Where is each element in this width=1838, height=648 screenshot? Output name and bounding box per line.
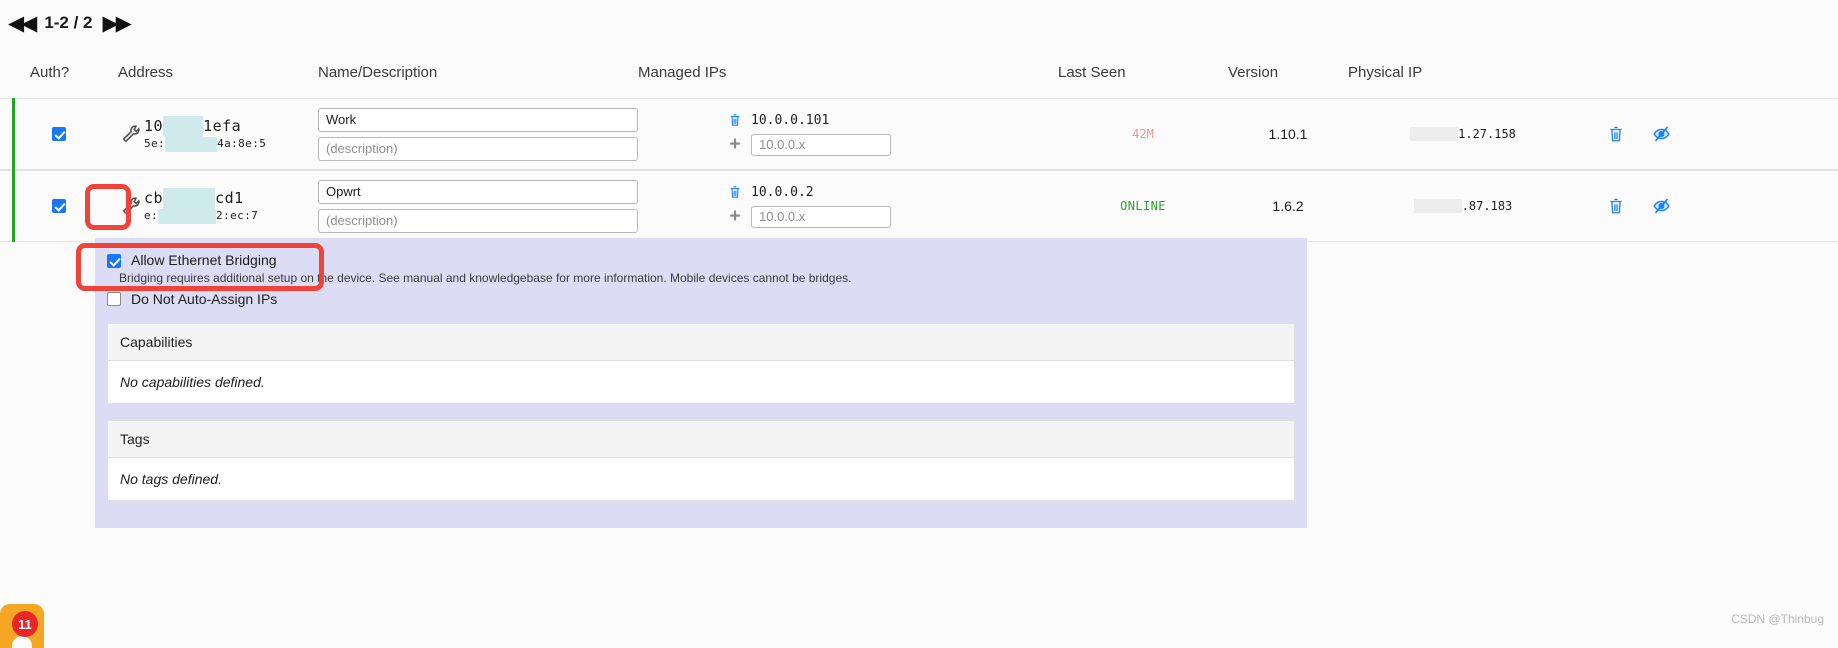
node-mac: e: 2:ec:7 bbox=[144, 208, 259, 224]
trash-icon[interactable] bbox=[1608, 197, 1624, 215]
watermark: CSDN @Thinbug bbox=[1731, 612, 1824, 626]
node-id: cb cd1 bbox=[144, 188, 244, 209]
capabilities-card: Capabilities No capabilities defined. bbox=[107, 323, 1295, 404]
managed-ip-input[interactable] bbox=[751, 205, 891, 228]
plus-icon[interactable]: + bbox=[728, 135, 742, 154]
last-seen-value: 42M bbox=[1132, 127, 1154, 141]
tags-card: Tags No tags defined. bbox=[107, 420, 1295, 501]
last-seen-cell: ONLINE bbox=[1058, 171, 1228, 241]
managed-ips-cell: 10.0.0.2 + bbox=[638, 171, 1058, 241]
physical-ip-cell: 1.27.158 bbox=[1348, 99, 1578, 169]
eye-slash-icon[interactable] bbox=[1652, 125, 1671, 143]
no-auto-assign-label: Do Not Auto-Assign IPs bbox=[131, 291, 278, 307]
no-auto-assign-checkbox[interactable] bbox=[107, 292, 121, 306]
tags-empty-text: No tags defined. bbox=[108, 458, 1294, 500]
managed-ip-row: 10.0.0.2 bbox=[728, 185, 891, 200]
last-page-icon[interactable]: ▶▶ bbox=[103, 12, 132, 34]
managed-ip-value: 10.0.0.2 bbox=[751, 184, 814, 200]
trash-icon[interactable] bbox=[728, 185, 742, 199]
description-input[interactable] bbox=[318, 208, 638, 233]
wrench-icon[interactable] bbox=[118, 193, 144, 219]
eye-slash-icon[interactable] bbox=[1652, 197, 1671, 215]
name-input[interactable] bbox=[318, 179, 638, 204]
pagination-bar: ◀◀ 1-2 / 2 ▶▶ bbox=[0, 0, 1838, 46]
name-description-cell bbox=[318, 171, 638, 241]
auth-checkbox[interactable] bbox=[52, 127, 66, 141]
capabilities-title: Capabilities bbox=[108, 324, 1294, 361]
version-value: 1.10.1 bbox=[1268, 126, 1308, 142]
redacted-physical-part bbox=[1413, 199, 1462, 213]
allow-bridging-row: Allow Ethernet Bridging bbox=[95, 238, 1307, 268]
column-header-physical-ip: Physical IP bbox=[1348, 63, 1423, 81]
row-actions bbox=[1578, 171, 1838, 241]
allow-bridging-checkbox[interactable] bbox=[107, 254, 121, 268]
auth-cell bbox=[0, 99, 118, 169]
managed-ips-cell: 10.0.0.101 + bbox=[638, 99, 1058, 169]
table-row[interactable]: cb cd1 e: 2:ec:7 Opwrt (description) 10.… bbox=[0, 170, 1838, 242]
address-cell: cb cd1 e: 2:ec:7 bbox=[118, 171, 318, 241]
table-header-row: Auth? Address Name/Description Managed I… bbox=[0, 46, 1838, 98]
no-auto-assign-row: Do Not Auto-Assign IPs bbox=[95, 285, 1307, 307]
version-value: 1.6.2 bbox=[1272, 198, 1304, 214]
managed-ip-add-row: + bbox=[728, 133, 891, 156]
managed-ip-row: 10.0.0.101 bbox=[728, 113, 891, 128]
auth-checkbox[interactable] bbox=[52, 199, 66, 213]
column-header-address: Address bbox=[118, 63, 174, 81]
redacted-physical-part bbox=[1410, 127, 1459, 141]
managed-ip-value: 10.0.0.101 bbox=[751, 112, 830, 128]
first-page-icon[interactable]: ◀◀ bbox=[8, 12, 37, 34]
version-cell: 1.10.1 bbox=[1228, 99, 1348, 169]
name-input[interactable] bbox=[318, 107, 638, 132]
allow-bridging-help: Bridging requires additional setup on th… bbox=[119, 271, 852, 285]
node-mac: 5e: 4a:8e:5 bbox=[144, 136, 267, 152]
node-id: 10 1efa bbox=[144, 116, 242, 137]
address-value: cb cd1 e: 2:ec:7 bbox=[136, 178, 278, 239]
wrench-icon[interactable] bbox=[118, 121, 144, 147]
allow-bridging-label: Allow Ethernet Bridging bbox=[131, 252, 277, 268]
description-input[interactable] bbox=[318, 136, 638, 161]
tags-title: Tags bbox=[108, 421, 1294, 458]
column-header-name: Name/Description bbox=[318, 63, 438, 81]
plus-icon[interactable]: + bbox=[728, 207, 742, 226]
member-detail-panel: Allow Ethernet Bridging Bridging require… bbox=[95, 238, 1307, 528]
version-cell: 1.6.2 bbox=[1228, 171, 1348, 241]
redacted-mac-part bbox=[165, 136, 218, 152]
notification-badge: 11 bbox=[12, 611, 38, 637]
column-header-version: Version bbox=[1228, 63, 1279, 81]
physical-ip-value: 1.27.158 bbox=[1410, 127, 1516, 141]
column-header-auth: Auth? bbox=[30, 63, 70, 81]
physical-ip-value: .87.183 bbox=[1413, 199, 1512, 213]
trash-icon[interactable] bbox=[728, 113, 742, 127]
last-seen-value: ONLINE bbox=[1120, 199, 1166, 213]
row-actions bbox=[1578, 99, 1838, 169]
name-description-cell bbox=[318, 99, 638, 169]
redacted-id-part bbox=[163, 116, 204, 137]
trash-icon[interactable] bbox=[1608, 125, 1624, 143]
pagination-label: 1-2 / 2 bbox=[44, 13, 93, 32]
redacted-mac-part bbox=[158, 208, 217, 224]
column-header-last-seen: Last Seen bbox=[1058, 63, 1126, 81]
capabilities-empty-text: No capabilities defined. bbox=[108, 361, 1294, 403]
members-table: Auth? Address Name/Description Managed I… bbox=[0, 46, 1838, 242]
address-value: 10 1efa 5e: 4a:8e:5 bbox=[136, 106, 278, 167]
managed-ip-input[interactable] bbox=[751, 133, 891, 156]
last-seen-cell: 42M bbox=[1058, 99, 1228, 169]
column-header-managed-ips: Managed IPs bbox=[638, 63, 727, 81]
physical-ip-cell: .87.183 bbox=[1348, 171, 1578, 241]
table-row[interactable]: 10 1efa 5e: 4a:8e:5 Work (description) 1… bbox=[0, 98, 1838, 170]
redacted-id-part bbox=[163, 188, 216, 209]
auth-cell bbox=[0, 171, 118, 241]
managed-ip-add-row: + bbox=[728, 205, 891, 228]
address-cell: 10 1efa 5e: 4a:8e:5 bbox=[118, 99, 318, 169]
